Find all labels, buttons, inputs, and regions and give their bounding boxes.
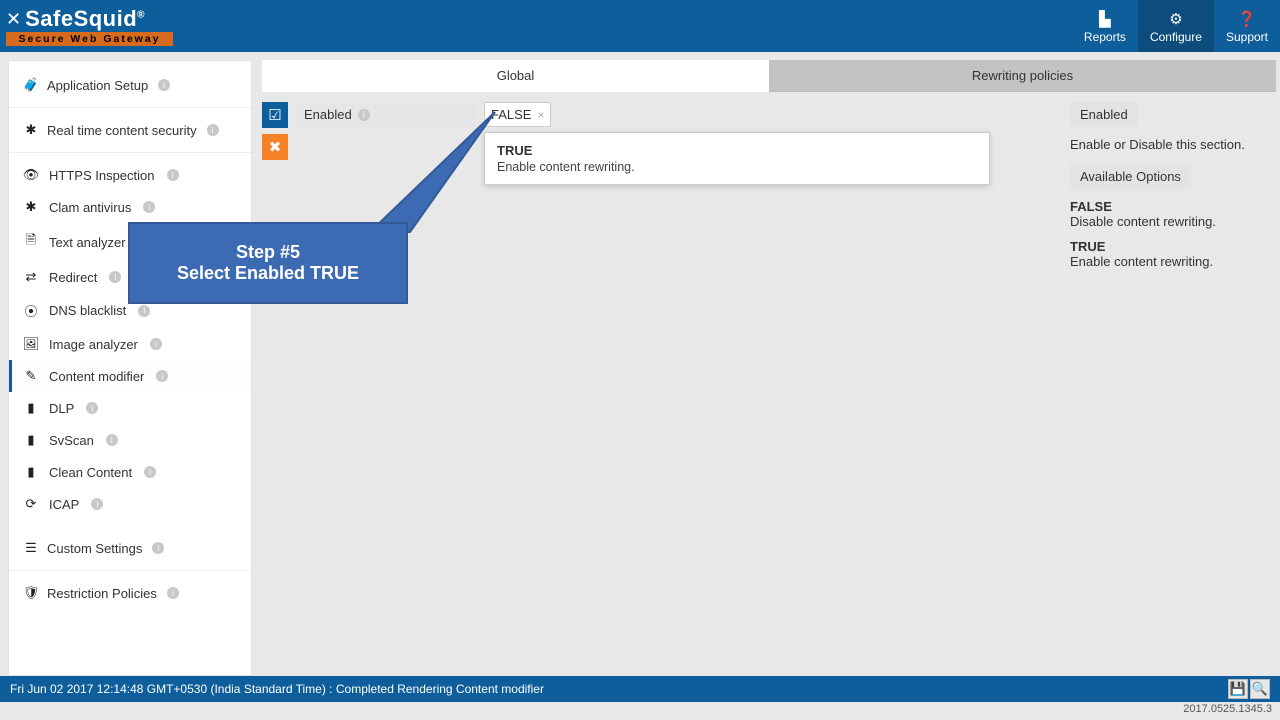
briefcase-icon: 🧳	[23, 77, 39, 93]
cancel-button[interactable]: ✖	[262, 134, 288, 160]
shield-icon: 🛡	[23, 585, 39, 601]
sliders-icon: ☰	[23, 540, 39, 556]
logo-icon: ✕	[6, 9, 21, 30]
sidebar-item-svscan[interactable]: ▮SvScan i	[9, 424, 251, 456]
info-icon[interactable]: i	[207, 124, 219, 136]
info-option: TRUEEnable content rewriting.	[1070, 239, 1266, 269]
brand-tagline: Secure Web Gateway	[6, 32, 173, 46]
tab-global[interactable]: Global	[262, 60, 769, 92]
info-desc: Enable or Disable this section.	[1070, 137, 1266, 154]
sidebar-item-https-inspection[interactable]: 👁HTTPS Inspection i	[9, 159, 251, 191]
topnav: ▙Reports ⚙Configure ❓Support	[1072, 0, 1280, 52]
confirm-button[interactable]: ☑	[262, 102, 288, 128]
sidebar-item-clean-content[interactable]: ▮Clean Content i	[9, 456, 251, 488]
info-icon[interactable]: i	[167, 169, 179, 181]
item-icon: 👁	[23, 167, 39, 183]
info-icon[interactable]: i	[150, 338, 162, 350]
nav-configure[interactable]: ⚙Configure	[1138, 0, 1214, 52]
sidebar-sublist: 👁HTTPS Inspection i✱Clam antivirus i🗎Tex…	[9, 153, 251, 526]
clear-icon[interactable]: ×	[537, 108, 544, 122]
info-icon[interactable]: i	[86, 402, 98, 414]
status-bar: Fri Jun 02 2017 12:14:48 GMT+0530 (India…	[0, 676, 1280, 702]
item-icon: 🖼	[23, 336, 39, 352]
info-icon[interactable]: i	[144, 466, 156, 478]
version-label: 2017.0525.1345.3	[0, 702, 1280, 720]
item-icon: ▮	[23, 432, 39, 448]
item-icon: ⇄	[23, 269, 39, 285]
info-available-options: Available Options	[1070, 164, 1191, 189]
option-true[interactable]: TRUE	[497, 143, 977, 158]
info-option: FALSEDisable content rewriting.	[1070, 199, 1266, 229]
sidebar-item-image-analyzer[interactable]: 🖼Image analyzer i	[9, 328, 251, 360]
bug-icon: ✱	[23, 122, 39, 138]
sidebar-item-clam-antivirus[interactable]: ✱Clam antivirus i	[9, 191, 251, 223]
gears-icon: ⚙	[1169, 10, 1182, 28]
callout-line2: Select Enabled TRUE	[177, 263, 359, 284]
sidebar: 🧳 Application Setup i ✱ Real time conten…	[8, 60, 252, 676]
status-icons: 💾 🔍	[1228, 679, 1270, 699]
nav-support[interactable]: ❓Support	[1214, 0, 1280, 52]
topbar: ✕ SafeSquid® Secure Web Gateway ▙Reports…	[0, 0, 1280, 52]
info-icon[interactable]: i	[143, 201, 155, 213]
info-icon[interactable]: i	[152, 542, 164, 554]
info-heading: Enabled	[1070, 102, 1138, 127]
info-icon[interactable]: i	[106, 434, 118, 446]
search-icon[interactable]: 🔍	[1250, 679, 1270, 699]
tabs: Global Rewriting policies	[262, 60, 1276, 92]
sidebar-item-application-setup[interactable]: 🧳 Application Setup i	[9, 63, 251, 108]
callout-line1: Step #5	[236, 242, 300, 263]
sidebar-item-restriction-policies[interactable]: 🛡 Restriction Policies i	[9, 571, 251, 615]
tab-rewriting-policies[interactable]: Rewriting policies	[769, 60, 1276, 92]
option-true-desc: Enable content rewriting.	[497, 160, 977, 174]
sidebar-item-dlp[interactable]: ▮DLP i	[9, 392, 251, 424]
info-icon[interactable]: i	[91, 498, 103, 510]
item-icon: ✎	[23, 368, 39, 384]
item-icon: ▮	[23, 464, 39, 480]
layout: 🧳 Application Setup i ✱ Real time conten…	[0, 52, 1280, 676]
item-icon: ⦿	[23, 301, 39, 320]
chart-icon: ▙	[1099, 10, 1111, 28]
status-text: Fri Jun 02 2017 12:14:48 GMT+0530 (India…	[10, 682, 544, 696]
brand-name: SafeSquid®	[25, 6, 145, 32]
item-icon: ✱	[23, 199, 39, 215]
sidebar-item-custom-settings[interactable]: ☰ Custom Settings i	[9, 526, 251, 571]
save-icon[interactable]: 💾	[1228, 679, 1248, 699]
help-icon: ❓	[1238, 10, 1257, 28]
info-icon[interactable]: i	[158, 79, 170, 91]
sidebar-item-icap[interactable]: ⟳ICAP i	[9, 488, 251, 520]
item-icon: 🗎	[23, 231, 39, 253]
info-icon[interactable]: i	[156, 370, 168, 382]
info-column: Enabled Enable or Disable this section. …	[1068, 102, 1276, 279]
brand: ✕ SafeSquid® Secure Web Gateway	[6, 6, 173, 46]
item-icon: ▮	[23, 400, 39, 416]
info-icon[interactable]: i	[138, 305, 150, 317]
item-icon: ⟳	[23, 496, 39, 512]
info-icon[interactable]: i	[109, 271, 121, 283]
tutorial-callout: Step #5 Select Enabled TRUE	[128, 222, 408, 304]
nav-reports[interactable]: ▙Reports	[1072, 0, 1138, 52]
sidebar-item-realtime-security[interactable]: ✱ Real time content security i	[9, 108, 251, 153]
sidebar-item-content-modifier[interactable]: ✎Content modifier i	[9, 360, 251, 392]
enabled-dropdown[interactable]: TRUE Enable content rewriting.	[484, 132, 990, 185]
info-icon[interactable]: i	[167, 587, 179, 599]
